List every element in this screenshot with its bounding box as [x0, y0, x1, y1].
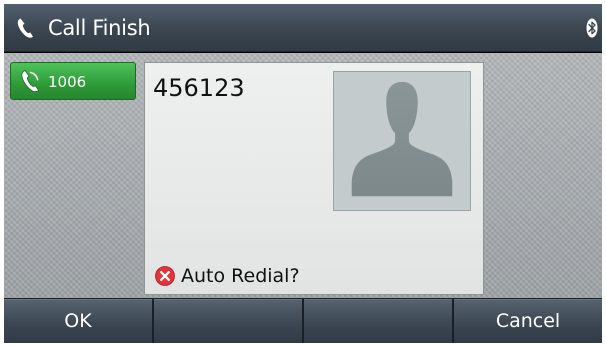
- contact-silhouette-icon: [333, 71, 471, 211]
- ok-softkey[interactable]: OK: [4, 299, 152, 343]
- call-info-card: 456123 Auto Redial?: [144, 62, 484, 295]
- bluetooth-icon: [586, 18, 598, 38]
- auto-redial-text: Auto Redial?: [181, 265, 300, 287]
- phone-handset-icon: [20, 69, 42, 93]
- call-area: 1006 456123 Auto Redial?: [4, 53, 602, 298]
- line-key-1006[interactable]: 1006: [10, 62, 136, 100]
- phone-screen: Call Finish 1006 456123 Auto Redial? OK …: [4, 4, 602, 343]
- softkey-2[interactable]: [154, 299, 302, 343]
- title-bar: Call Finish: [4, 4, 602, 52]
- page-title: Call Finish: [48, 16, 151, 40]
- call-number: 456123: [153, 74, 245, 102]
- softkey-3[interactable]: [304, 299, 452, 343]
- error-x-icon: [155, 266, 175, 286]
- phone-handset-icon: [16, 17, 36, 39]
- line-key-label: 1006: [48, 73, 87, 91]
- cancel-softkey[interactable]: Cancel: [454, 299, 602, 343]
- softkey-bar: OK Cancel: [4, 298, 602, 343]
